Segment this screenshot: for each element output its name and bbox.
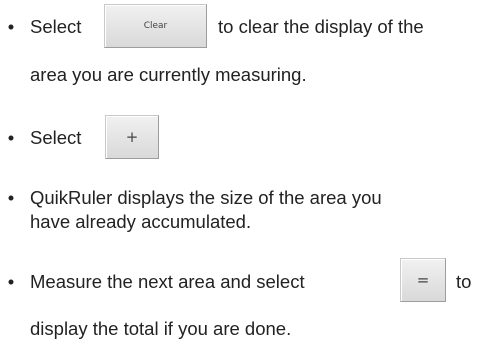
clear-button-illustration: Clear — [104, 4, 207, 48]
equals-button-illustration: = — [400, 258, 446, 302]
step-4-suffix: to — [456, 271, 472, 292]
step-4-continuation: display the total if you are done. — [30, 318, 292, 339]
bullet: • — [7, 127, 15, 148]
step-2-prefix: Select — [30, 127, 82, 148]
step-3-line-1: QuikRuler displays the size of the area … — [30, 187, 382, 208]
instruction-page: { "bullet_char": "•", "steps": [ { "pref… — [0, 0, 493, 349]
bullet: • — [7, 16, 15, 37]
step-4-prefix: Measure the next area and select — [30, 271, 305, 292]
clear-button-label: Clear — [143, 21, 168, 31]
plus-button-label: + — [125, 128, 139, 146]
bullet: • — [7, 271, 15, 292]
step-1-suffix: to clear the display of the — [218, 16, 424, 37]
plus-button-illustration: + — [105, 115, 159, 159]
step-1-continuation: area you are currently measuring. — [30, 64, 307, 85]
bullet: • — [7, 187, 15, 208]
equals-button-label: = — [416, 271, 430, 289]
step-1-prefix: Select — [30, 16, 82, 37]
step-3-line-2: have already accumulated. — [30, 211, 252, 232]
